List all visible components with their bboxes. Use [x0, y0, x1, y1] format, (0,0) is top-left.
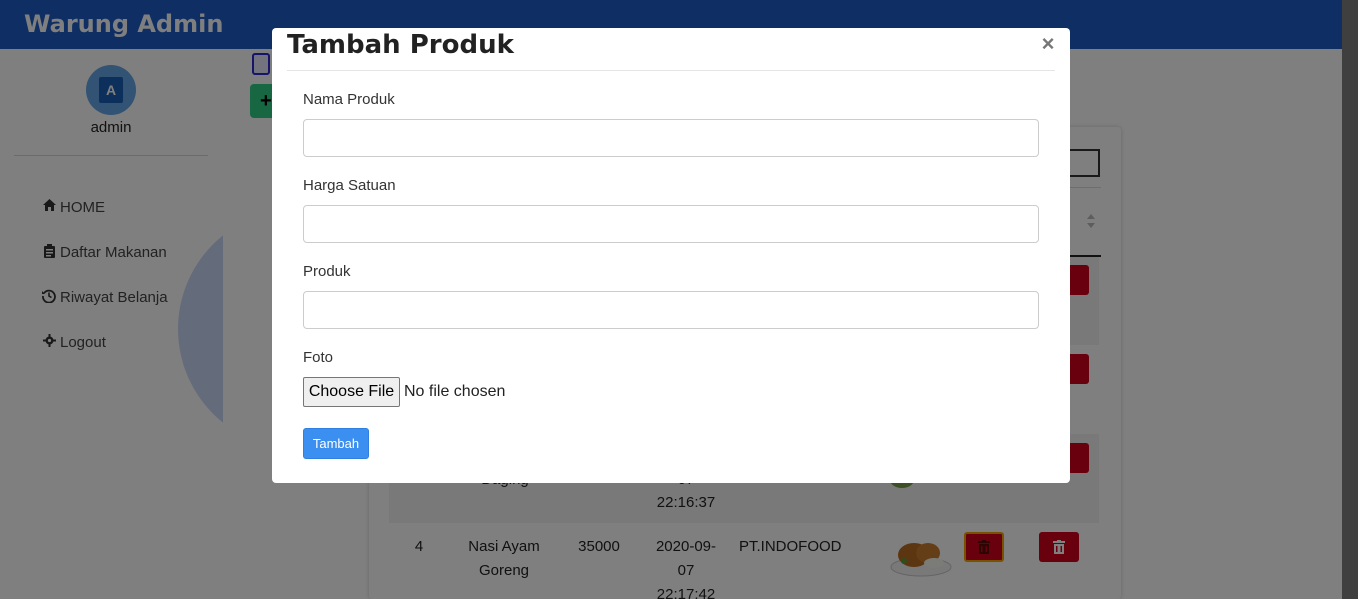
nama-produk-input[interactable]: [303, 119, 1039, 157]
close-icon[interactable]: ×: [1038, 32, 1058, 56]
foto-label: Foto: [303, 349, 334, 366]
file-status: No file chosen: [404, 383, 506, 400]
add-product-modal: Tambah Produk × Nama Produk Harga Satuan…: [272, 28, 1070, 483]
produk-label: Produk: [303, 263, 351, 280]
modal-title: Tambah Produk: [287, 30, 514, 60]
nama-produk-label: Nama Produk: [303, 91, 395, 108]
produk-input[interactable]: [303, 291, 1039, 329]
modal-header-divider: [287, 70, 1055, 71]
tambah-button[interactable]: Tambah: [303, 428, 369, 459]
choose-file-button[interactable]: Choose File: [303, 377, 400, 407]
harga-satuan-label: Harga Satuan: [303, 177, 396, 194]
harga-satuan-input[interactable]: [303, 205, 1039, 243]
